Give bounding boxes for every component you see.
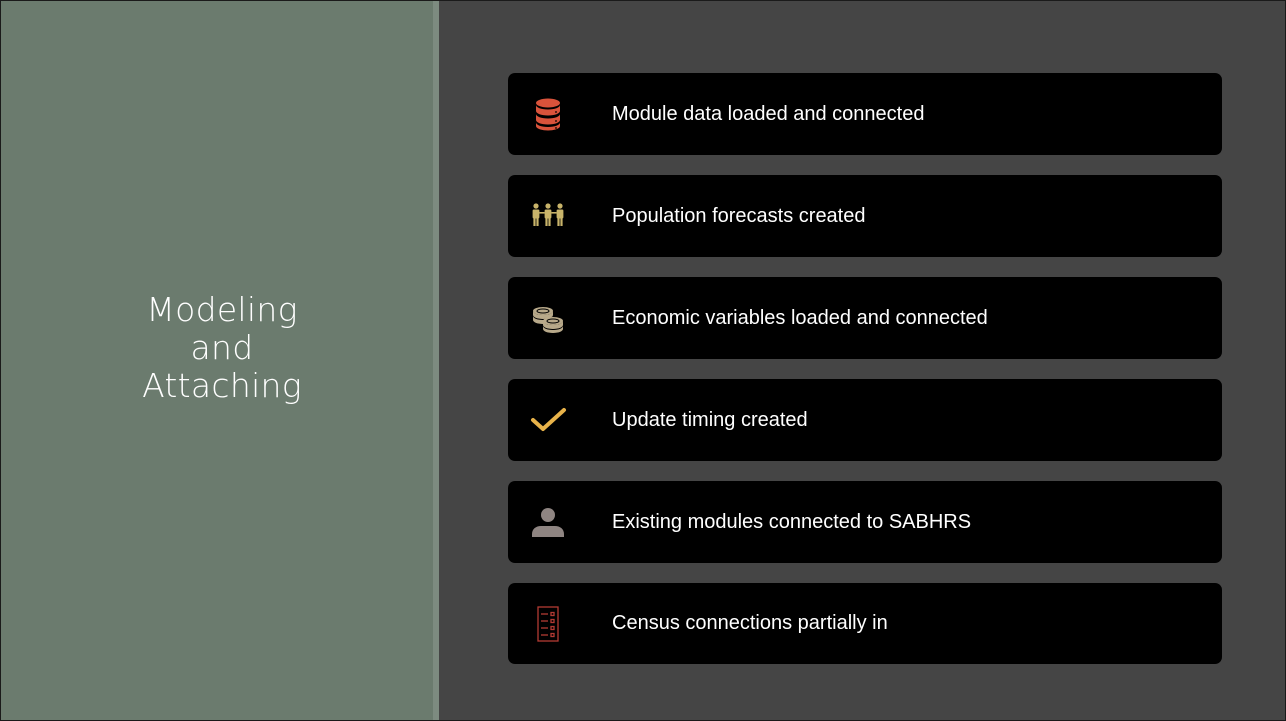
database-icon xyxy=(528,94,568,134)
list-item-module-data: Module data loaded and connected xyxy=(508,73,1222,155)
list-item-label: Module data loaded and connected xyxy=(612,102,925,125)
checkmark-icon xyxy=(528,400,568,440)
coins-icon xyxy=(528,298,568,338)
slide: Modeling and Attaching Module data loade… xyxy=(0,0,1286,721)
slide-title-line: Attaching xyxy=(142,366,302,405)
slide-title-line: Modeling xyxy=(146,290,298,329)
list-item-census-connections: Census connections partially in xyxy=(508,583,1222,664)
list-item-population-forecasts: Population forecasts created xyxy=(508,175,1222,257)
list-item-label: Update timing created xyxy=(612,408,808,431)
person-icon xyxy=(528,502,568,542)
list-item-existing-modules: Existing modules connected to SABHRS xyxy=(508,481,1222,563)
list-item-economic-variables: Economic variables loaded and connected xyxy=(508,277,1222,359)
list-item-label: Population forecasts created xyxy=(612,204,866,227)
checklist-icon xyxy=(528,604,568,644)
list-item-label: Census connections partially in xyxy=(612,612,888,634)
people-group-icon xyxy=(528,196,568,236)
slide-title: Modeling and Attaching xyxy=(41,291,403,405)
list-item-update-timing: Update timing created xyxy=(508,379,1222,461)
status-list: Module data loaded and connected Populat… xyxy=(508,73,1222,684)
title-panel: Modeling and Attaching xyxy=(1,1,433,720)
slide-title-line: and xyxy=(190,328,254,367)
list-item-label: Existing modules connected to SABHRS xyxy=(612,510,972,533)
list-item-label: Economic variables loaded and connected xyxy=(612,306,988,329)
